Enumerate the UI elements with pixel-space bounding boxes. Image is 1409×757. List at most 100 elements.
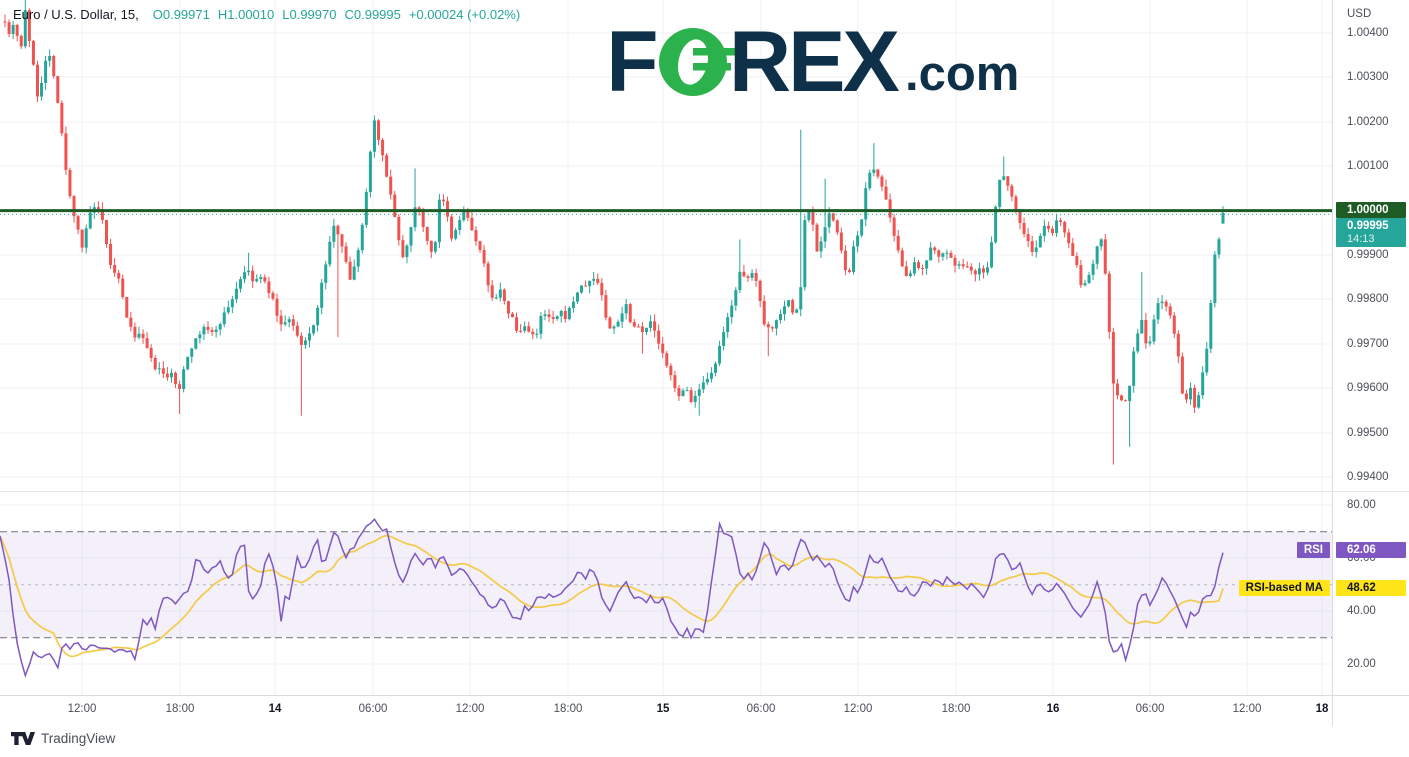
axis-currency-label: USD [1347, 8, 1371, 20]
tradingview-text[interactable]: TradingView [41, 731, 115, 746]
bar-countdown: 14:13 [1347, 233, 1406, 246]
candle-body [787, 300, 790, 306]
candle-body [625, 304, 628, 313]
candle-body [474, 230, 477, 241]
candle-body [73, 196, 76, 216]
candle-body [259, 277, 262, 279]
candle-body [682, 390, 685, 396]
candle-body [694, 396, 697, 402]
candle-body [1088, 275, 1091, 283]
candle-body [377, 120, 380, 139]
time-axis-label: 06:00 [359, 703, 388, 715]
price-axis-tick: 80.00 [1347, 499, 1376, 511]
candle-body [280, 316, 283, 325]
candle-body [613, 327, 616, 329]
candle-body [511, 314, 514, 318]
candle-body [397, 217, 400, 240]
candle-body [929, 248, 932, 261]
candle-body [133, 327, 136, 338]
candle-body [458, 220, 461, 230]
candle-body [1104, 239, 1107, 273]
candle-body [791, 300, 794, 312]
tradingview-icon[interactable] [10, 731, 35, 746]
candle-body [430, 241, 433, 252]
price-axis-tick: 40.00 [1347, 605, 1376, 617]
candle-body [641, 327, 644, 332]
candle-body [913, 262, 916, 273]
candle-body [860, 219, 863, 235]
candle-body [300, 336, 303, 345]
candle-body [263, 277, 266, 281]
candle-body [158, 368, 161, 369]
current-price-value: 0.99995 [1347, 220, 1406, 233]
candle-body [1217, 239, 1220, 254]
pane-separator[interactable] [0, 491, 1409, 492]
candle-body [901, 250, 904, 266]
candle-body [527, 326, 530, 331]
rsi-value-badge: 62.06 [1336, 542, 1406, 558]
candle-body [876, 170, 879, 177]
price-axis-tick: 0.99700 [1347, 338, 1389, 350]
candle-body [1059, 220, 1062, 222]
candle-body [454, 230, 457, 239]
candle-body [706, 379, 709, 383]
candle-body [572, 302, 575, 308]
symbol-legend[interactable]: Euro / U.S. Dollar, 15,O0.99971H1.00010L… [13, 7, 528, 22]
candle-body [763, 301, 766, 324]
candle-body [162, 368, 165, 374]
candle-body [328, 242, 331, 265]
candle-body [190, 349, 193, 357]
time-axis[interactable]: 12:0018:001406:0012:0018:001506:0012:001… [0, 696, 1409, 726]
candle-body [722, 332, 725, 346]
candle-body [353, 267, 356, 280]
candle-body [690, 390, 693, 402]
candle-body [495, 298, 498, 299]
time-axis-label: 12:00 [844, 703, 873, 715]
candle-body [742, 272, 745, 276]
candle-body [255, 279, 258, 281]
price-axis[interactable]: USD 1.004001.003001.002001.001000.999000… [1333, 0, 1409, 695]
price-axis-tick: 1.00100 [1347, 160, 1389, 172]
candle-body [633, 322, 636, 326]
candle-body [385, 155, 388, 176]
candle-body [945, 253, 948, 254]
candle-body [271, 293, 274, 299]
candle-body [1067, 233, 1070, 244]
candle-body [219, 324, 222, 329]
candle-body [56, 76, 59, 103]
candle-body [194, 338, 197, 348]
candle-body [783, 306, 786, 314]
ohlc-low: L0.99970 [282, 7, 336, 22]
candle-body [580, 286, 583, 293]
change-value: +0.00024 (+0.02%) [409, 7, 520, 22]
rsi-indicator-label[interactable]: RSI [1297, 542, 1330, 558]
rsi-ma-indicator-label[interactable]: RSI-based MA [1239, 580, 1330, 596]
candle-body [479, 241, 482, 250]
candle-body [1079, 265, 1082, 285]
candle-body [1006, 176, 1009, 186]
candle-body [450, 217, 453, 239]
candle-body [515, 317, 518, 331]
candle-body [1173, 315, 1176, 333]
candle-body [48, 56, 51, 61]
candle-body [316, 308, 319, 325]
candle-body [917, 262, 920, 268]
candle-body [1035, 248, 1038, 252]
candle-body [1193, 388, 1196, 408]
candle-body [596, 279, 599, 283]
candle-body [1010, 186, 1013, 197]
price-chart-canvas[interactable] [0, 0, 1332, 695]
candle-body [669, 366, 672, 375]
candle-body [81, 230, 84, 248]
candle-body [523, 326, 526, 331]
candle-body [365, 192, 368, 225]
time-axis-day-label: 16 [1047, 703, 1060, 715]
candle-body [767, 324, 770, 327]
candle-body [8, 22, 11, 34]
time-axis-day-label: 14 [269, 703, 282, 715]
candle-body [231, 299, 234, 307]
candle-body [588, 281, 591, 286]
candle-body [905, 266, 908, 276]
candle-body [629, 304, 632, 322]
candle-body [686, 390, 689, 391]
